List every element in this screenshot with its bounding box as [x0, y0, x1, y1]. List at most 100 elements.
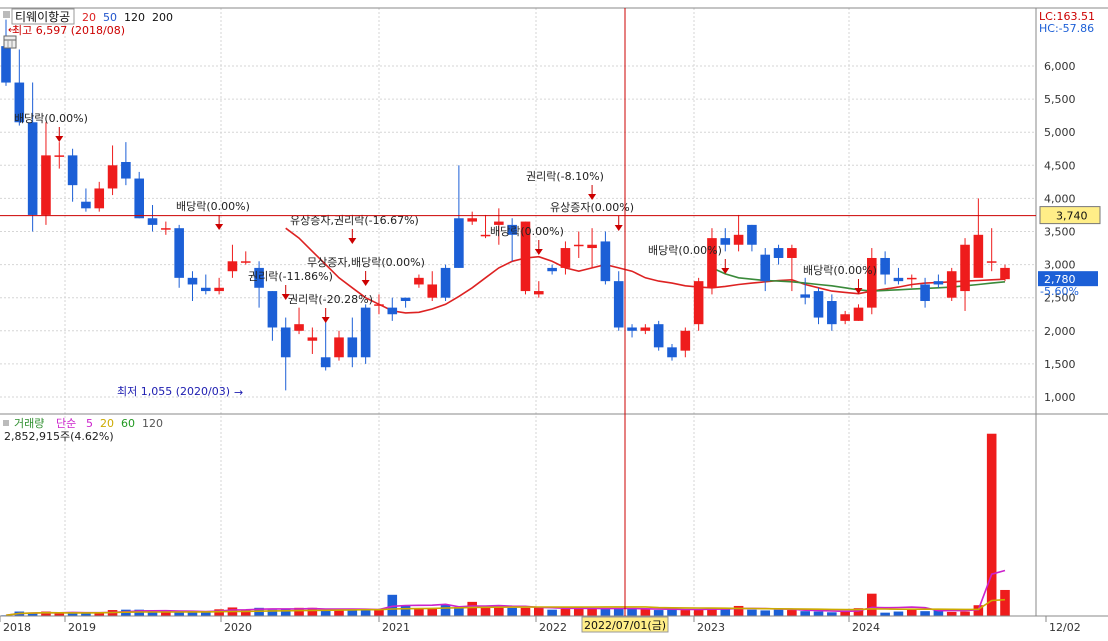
candle-body — [787, 248, 797, 258]
time-tick-label: 2020 — [224, 621, 252, 634]
candle-body — [161, 228, 171, 230]
time-tick-label: 2021 — [382, 621, 410, 634]
volume-bar — [613, 608, 624, 616]
volume-bar — [467, 601, 477, 616]
candle-body — [986, 261, 997, 263]
volume-bar — [787, 610, 797, 616]
candle-body — [773, 248, 784, 258]
candle-body — [853, 307, 864, 321]
ma-period-label: 50 — [103, 11, 117, 24]
volume-bar — [693, 609, 704, 616]
event-label: 권리락(-11.86%) — [248, 270, 333, 283]
volume-bar — [161, 612, 171, 616]
candle-body — [547, 267, 557, 272]
panel-icon[interactable] — [3, 11, 10, 18]
candle-body — [54, 155, 65, 157]
volume-bar — [534, 607, 544, 616]
volume-bar — [747, 609, 757, 616]
price-tick-label: 1,500 — [1044, 358, 1076, 371]
candle-body — [893, 277, 904, 282]
event-label: 배당락(0.00%) — [14, 112, 88, 125]
volume-bar — [520, 607, 531, 616]
stock-name: 티웨이항공 — [15, 10, 70, 24]
price-tick-label: 3,000 — [1044, 259, 1076, 272]
price-tick-label: 4,000 — [1044, 192, 1076, 205]
candle-body — [627, 327, 637, 331]
candle-body — [294, 324, 304, 331]
volume-bar — [427, 608, 438, 616]
event-label: 배당락(0.00%) — [176, 200, 250, 213]
price-tick-label: 1,000 — [1044, 391, 1076, 404]
candle-body — [414, 277, 424, 285]
price-tick-label: 2,000 — [1044, 325, 1076, 338]
time-tick-label: 2023 — [697, 621, 725, 634]
candle-body — [267, 291, 278, 328]
candle-body — [667, 347, 677, 358]
candle-body — [41, 155, 51, 215]
date-tag-text: 2022/07/01(금) — [584, 619, 666, 632]
candle-body — [653, 324, 664, 348]
candle-body — [680, 330, 691, 351]
time-tick-label: 12/02 — [1049, 621, 1081, 634]
candle-body — [693, 281, 704, 325]
candle-body — [27, 122, 38, 215]
candle-body — [467, 218, 477, 222]
volume-bar — [627, 608, 637, 616]
volume-bar — [880, 612, 890, 616]
volume-bar — [720, 609, 731, 616]
event-label: 권리락(-8.10%) — [526, 170, 604, 183]
low-marker-label: 최저 1,055 (2020/03) — [117, 385, 230, 398]
candle-body — [480, 234, 491, 237]
candle-body — [121, 161, 131, 179]
candle-body — [613, 281, 624, 328]
volume-bar — [867, 593, 877, 616]
hc-label: HC:-57.86 — [1039, 22, 1094, 35]
candle-body — [374, 304, 384, 306]
candle-body — [427, 284, 438, 298]
candle-body — [933, 281, 944, 285]
candle-body — [400, 297, 411, 302]
candle-body — [840, 314, 850, 321]
candle-body — [280, 327, 291, 358]
volume-bar — [414, 608, 424, 616]
volume-bar — [587, 608, 597, 616]
volume-bar — [733, 605, 744, 616]
candle-body — [827, 301, 837, 325]
volume-bar — [960, 611, 970, 616]
volume-bar — [800, 611, 810, 616]
candle-body — [720, 238, 731, 245]
event-label: 무상증자,배당락(0.00%) — [307, 256, 425, 269]
candle-body — [187, 277, 198, 285]
volume-bar — [400, 605, 411, 616]
volume-ma-period-label: 60 — [121, 417, 135, 430]
stock-chart[interactable]: 6,0005,5005,0004,5004,0003,5003,0002,500… — [0, 0, 1108, 638]
high-marker-label: 최고 6,597 (2018/08) — [12, 24, 125, 37]
event-label: 배당락(0.00%) — [490, 225, 564, 238]
event-label: 권리락(-20.28%) — [288, 293, 373, 306]
volume-title: 거래량 — [14, 417, 44, 430]
candle-body — [920, 284, 930, 302]
candle-body — [214, 287, 224, 292]
ma-period-label: 20 — [82, 11, 96, 24]
candle-body — [307, 337, 318, 341]
volume-bar — [760, 610, 771, 616]
candle-body — [800, 294, 810, 298]
candle-body — [360, 307, 371, 358]
candle-body — [960, 244, 970, 292]
candle-body — [334, 337, 344, 358]
price-tick-label: 5,000 — [1044, 126, 1076, 139]
high-arrow-icon: ← — [8, 25, 16, 36]
candle-body — [320, 357, 331, 368]
event-label: 유상증자(0.00%) — [550, 201, 634, 214]
candle-body — [81, 201, 91, 209]
calendar-icon[interactable] — [3, 35, 17, 49]
candle-body — [946, 271, 957, 298]
chart-background — [0, 0, 1108, 638]
volume-panel-icon[interactable] — [3, 420, 9, 426]
candle-body — [227, 261, 238, 272]
ma-period-label: 120 — [124, 11, 145, 24]
candle-body — [573, 244, 584, 247]
volume-ma-period-label: 120 — [142, 417, 163, 430]
event-label: 배당락(0.00%) — [803, 264, 877, 277]
candle-body — [880, 257, 890, 275]
